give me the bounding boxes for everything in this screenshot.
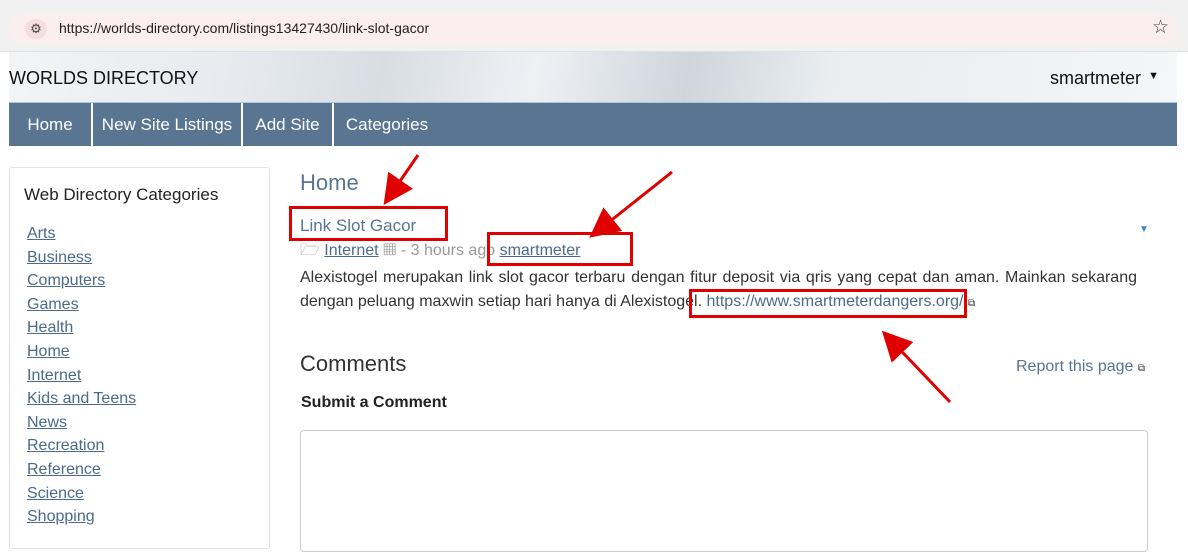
comment-textarea[interactable] <box>300 430 1148 552</box>
star-icon[interactable]: ☆ <box>1152 16 1169 39</box>
annotation-box-link <box>689 289 967 318</box>
caret-down-icon[interactable]: ▼ <box>1148 70 1159 82</box>
nav-new-site-listings[interactable]: New Site Listings <box>93 103 243 146</box>
submit-comment-label: Submit a Comment <box>301 394 447 411</box>
site-header: WORLDS DIRECTORY smartmeter ▼ <box>9 52 1177 104</box>
category-link-health[interactable]: Health <box>27 319 73 336</box>
comments-heading: Comments <box>300 351 407 376</box>
external-link-icon: ⧉ <box>1137 363 1145 374</box>
category-list: Arts Business Computers Games Health Hom… <box>27 225 136 532</box>
category-link-computers[interactable]: Computers <box>27 272 105 289</box>
sidebar-title: Web Directory Categories <box>24 185 219 204</box>
annotation-arrow-author <box>589 170 673 238</box>
caret-down-icon[interactable]: ▼ <box>1139 224 1149 235</box>
annotation-box-title <box>289 206 448 241</box>
categories-sidebar: Web Directory Categories Arts Business C… <box>9 167 270 549</box>
category-link-science[interactable]: Science <box>27 485 84 502</box>
category-link-reference[interactable]: Reference <box>27 461 101 478</box>
category-link-business[interactable]: Business <box>27 249 92 266</box>
category-link-home[interactable]: Home <box>27 343 70 360</box>
report-page-link[interactable]: Report this page ⧉ <box>1016 358 1145 376</box>
annotation-arrow-title <box>383 154 420 205</box>
folder-icon: 🗁 <box>300 242 320 259</box>
site-title[interactable]: WORLDS DIRECTORY <box>9 68 198 89</box>
url-text[interactable]: https://worlds-directory.com/listings134… <box>59 20 429 36</box>
listing-time: - 3 hours ago <box>400 242 496 259</box>
page-title: Home <box>300 170 359 195</box>
main-nav: Home New Site Listings Add Site Categori… <box>9 103 1177 146</box>
category-link-news[interactable]: News <box>27 414 67 431</box>
nav-add-site[interactable]: Add Site <box>243 103 334 146</box>
external-link-icon: ⧉ <box>967 297 976 309</box>
report-label[interactable]: Report this page <box>1016 358 1133 375</box>
address-bar[interactable]: ⚙ https://worlds-directory.com/listings1… <box>9 13 1177 44</box>
calendar-icon: ▦ <box>383 242 397 259</box>
browser-toolbar: ⚙ https://worlds-directory.com/listings1… <box>0 0 1188 52</box>
category-link-kids-and-teens[interactable]: Kids and Teens <box>27 390 136 407</box>
category-link-games[interactable]: Games <box>27 296 79 313</box>
category-link-shopping[interactable]: Shopping <box>27 508 95 525</box>
user-menu[interactable]: smartmeter <box>1050 68 1141 89</box>
tune-icon[interactable]: ⚙ <box>25 19 47 39</box>
category-link-recreation[interactable]: Recreation <box>27 437 104 454</box>
nav-categories[interactable]: Categories <box>334 103 440 146</box>
listing-category-link[interactable]: Internet <box>324 242 378 259</box>
annotation-arrow-link <box>881 330 952 404</box>
annotation-box-author <box>487 232 633 266</box>
category-link-internet[interactable]: Internet <box>27 367 81 384</box>
category-link-arts[interactable]: Arts <box>27 225 55 242</box>
nav-home[interactable]: Home <box>9 103 93 146</box>
